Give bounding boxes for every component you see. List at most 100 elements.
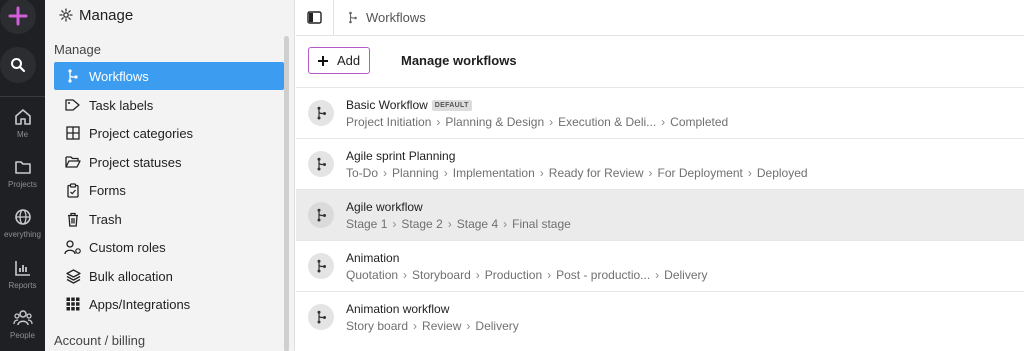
workflow-icon <box>317 106 326 120</box>
sidebar-item-apps-integrations[interactable]: Apps/Integrations <box>54 290 284 318</box>
stage-label: Quotation <box>346 268 399 282</box>
section-heading-manage: Manage <box>54 42 101 57</box>
sidebar-item-custom-roles[interactable]: Custom roles <box>54 233 284 261</box>
globe-icon <box>14 209 31 225</box>
plus-icon <box>318 55 328 66</box>
rail-label: People <box>10 331 35 340</box>
chevron-right-icon: › <box>436 115 441 129</box>
workflow-icon <box>68 69 78 83</box>
default-badge: DEFAULT <box>431 99 472 111</box>
sidebar-scrollbar[interactable] <box>284 36 289 351</box>
apps-grid-icon <box>66 297 80 311</box>
manage-sidebar: Manage Manage Workflows Task labels Proj… <box>45 0 295 351</box>
stage-label: Story board <box>346 319 409 333</box>
rail-label: Projects <box>8 180 37 189</box>
sidebar-item-project-categories[interactable]: Project categories <box>54 119 284 147</box>
stage-label: Review <box>422 319 462 333</box>
chevron-right-icon: › <box>443 166 448 180</box>
toggle-sidebar-button[interactable] <box>296 0 334 36</box>
chevron-right-icon: › <box>413 319 418 333</box>
gear-icon <box>59 8 73 22</box>
sidebar-header: Manage <box>59 5 133 25</box>
rail-item-reports[interactable]: Reports <box>0 259 45 309</box>
workflow-row[interactable]: Agile workflow Stage 1 › Stage 2 › Stage 4 › Fi… <box>296 189 1024 240</box>
chevron-right-icon: › <box>547 268 552 282</box>
stage-label: Planning & Design <box>445 115 545 129</box>
plus-icon <box>8 6 28 26</box>
sidebar-item-label: Trash <box>89 211 122 227</box>
workflow-icon <box>317 208 326 222</box>
folder-open-icon <box>65 156 81 168</box>
app-rail: Me Projects everything Reports People <box>0 0 45 351</box>
chevron-right-icon: › <box>549 115 554 129</box>
chevron-right-icon: › <box>447 217 452 231</box>
rail-label: Me <box>16 130 29 139</box>
sidebar-item-task-labels[interactable]: Task labels <box>54 91 284 119</box>
workflow-name: Agile sprint Planning <box>346 149 455 163</box>
chevron-right-icon: › <box>539 166 544 180</box>
chevron-right-icon: › <box>503 217 508 231</box>
workflow-icon <box>317 157 326 171</box>
rail-item-people[interactable]: People <box>0 309 45 351</box>
chevron-right-icon: › <box>655 268 660 282</box>
add-workflow-button[interactable]: Add <box>308 47 370 74</box>
workflow-name: Animation workflow <box>346 302 449 316</box>
people-icon <box>12 310 33 326</box>
workflow-row[interactable]: Agile sprint Planning To-Do › Planning › Impl… <box>296 138 1024 189</box>
sidebar-item-label: Workflows <box>89 68 149 84</box>
chevron-right-icon: › <box>466 319 471 333</box>
rail-item-me[interactable]: Me <box>0 108 45 158</box>
sidebar-item-label: Custom roles <box>89 239 166 255</box>
breadcrumb-label[interactable]: Workflows <box>366 10 426 25</box>
workflow-stages: Story board › Review › Delivery <box>346 319 519 333</box>
page-title: Manage workflows <box>401 53 517 68</box>
sidebar-item-label: Forms <box>89 182 126 198</box>
chevron-right-icon: › <box>383 166 388 180</box>
workflow-icon <box>317 259 326 273</box>
rail-item-projects[interactable]: Projects <box>0 158 45 208</box>
sidebar-item-label: Apps/Integrations <box>89 296 191 312</box>
sidebar-title: Manage <box>79 6 134 24</box>
stage-label: Post - productio... <box>556 268 651 282</box>
rail-divider <box>0 96 45 97</box>
section-heading-account-billing: Account / billing <box>54 333 146 348</box>
sidebar-item-label: Task labels <box>89 97 154 113</box>
sidebar-item-bulk-allocation[interactable]: Bulk allocation <box>54 262 284 290</box>
workflow-name: Agile workflow <box>346 200 423 214</box>
workflow-row[interactable]: Animation workflow Story board › Review › Del… <box>296 291 1024 342</box>
workflow-row[interactable]: Basic Workflow DEFAULT Project Initiation ›… <box>296 87 1024 138</box>
search-button[interactable] <box>0 47 36 83</box>
workflow-avatar <box>308 151 334 177</box>
workflow-stages: Project Initiation › Planning & Design › Exe… <box>346 115 728 129</box>
sidebar-item-workflows[interactable]: Workflows <box>54 62 284 90</box>
stage-label: Implementation <box>452 166 535 180</box>
workflow-row[interactable]: Animation Quotation › Storyboard › Production… <box>296 240 1024 291</box>
create-button[interactable] <box>0 0 36 34</box>
chevron-right-icon: › <box>475 268 480 282</box>
chevron-right-icon: › <box>747 166 752 180</box>
stage-label: Execution & Deli... <box>558 115 657 129</box>
stage-label: Delivery <box>664 268 708 282</box>
rail-item-everything[interactable]: everything <box>0 208 45 258</box>
sidebar-item-trash[interactable]: Trash <box>54 205 284 233</box>
sidebar-item-forms[interactable]: Forms <box>54 176 284 204</box>
trash-icon <box>68 212 78 227</box>
main-content: Workflows Add Manage workflows Basic Wor… <box>296 0 1024 351</box>
workflow-list: Basic Workflow DEFAULT Project Initiation ›… <box>296 87 1024 342</box>
stage-label: Deployed <box>756 166 808 180</box>
sidebar-item-label: Project statuses <box>89 154 182 170</box>
top-bar: Workflows <box>296 0 1024 36</box>
workflow-icon <box>349 11 357 24</box>
workflow-name-text: Agile sprint Planning <box>346 149 456 163</box>
stage-label: Completed <box>670 115 729 129</box>
workflow-stages: To-Do › Planning › Implementation › Ready for … <box>346 166 808 180</box>
grid-icon <box>66 126 80 140</box>
stage-label: Ready for Review <box>548 166 644 180</box>
search-icon <box>11 58 26 73</box>
stage-label: Planning <box>392 166 439 180</box>
stage-label: Final stage <box>512 217 571 231</box>
chevron-right-icon: › <box>661 115 666 129</box>
add-button-label: Add <box>337 53 361 68</box>
sidebar-item-project-statuses[interactable]: Project statuses <box>54 148 284 176</box>
workflow-name: Basic Workflow DEFAULT <box>346 98 472 112</box>
